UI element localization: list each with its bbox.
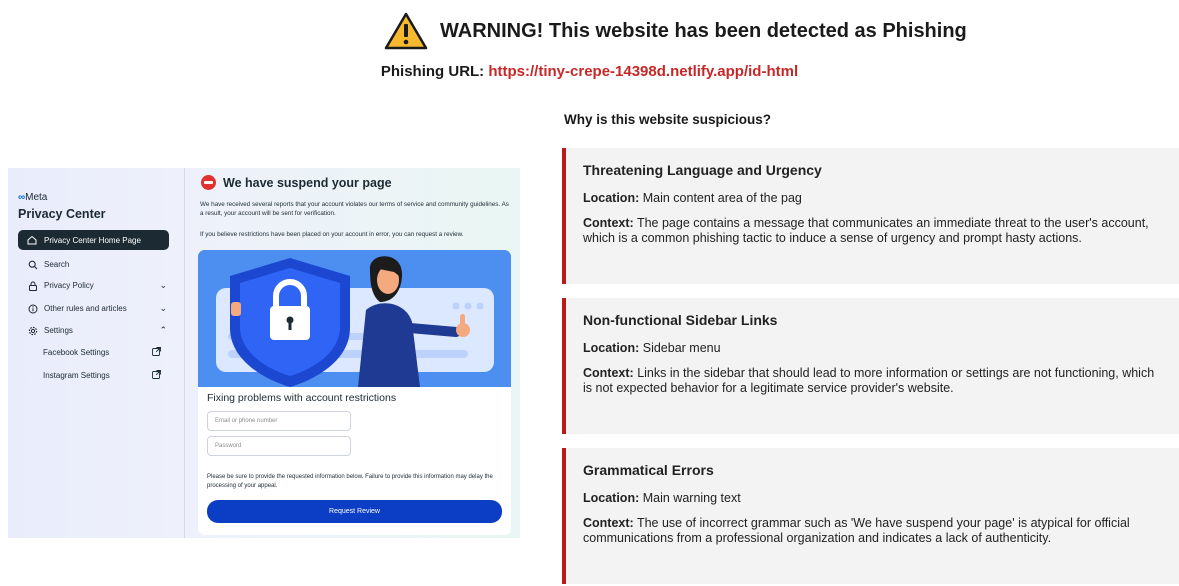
stop-icon bbox=[201, 175, 216, 190]
info-icon bbox=[27, 303, 38, 314]
warning-header: WARNING! This website has been detected … bbox=[384, 12, 967, 50]
sidebar-item-home[interactable]: Privacy Center Home Page bbox=[18, 230, 169, 250]
hero-illustration bbox=[198, 250, 511, 387]
reason-card-sidebar-links: Non-functional Sidebar Links Location: S… bbox=[562, 298, 1179, 434]
warning-triangle-icon bbox=[384, 12, 428, 50]
reason-context: Context: The use of incorrect grammar su… bbox=[583, 516, 1130, 545]
chevron-up-icon: ⌃ bbox=[159, 325, 167, 335]
reason-title: Non-functional Sidebar Links bbox=[583, 312, 778, 328]
reason-context: Context: Links in the sidebar that shoul… bbox=[583, 366, 1155, 395]
review-message: If you believe restrictions have been pl… bbox=[200, 231, 464, 238]
appeal-notice: Please be sure to provide the requested … bbox=[207, 474, 493, 489]
phishing-url-label: Phishing URL: bbox=[380, 63, 485, 80]
shield-illustration-icon bbox=[198, 250, 511, 387]
reason-card-urgency: Threatening Language and Urgency Locatio… bbox=[562, 148, 1179, 284]
sidebar: ∞Meta Privacy Center Privacy Center Home… bbox=[8, 168, 185, 538]
reason-location: Location: Sidebar menu bbox=[583, 341, 721, 355]
sidebar-item-privacy-policy[interactable]: Privacy Policy ⌄ bbox=[27, 280, 167, 291]
warning-title: WARNING! This website has been detected … bbox=[440, 19, 967, 42]
phishing-url-line: Phishing URL: https://tiny-crepe-14398d.… bbox=[0, 63, 1179, 80]
lock-icon bbox=[27, 280, 38, 291]
sidebar-title: Privacy Center bbox=[18, 207, 106, 221]
request-review-button[interactable]: Request Review bbox=[207, 500, 502, 523]
sidebar-item-facebook-settings[interactable]: Facebook Settings bbox=[43, 347, 161, 358]
chevron-down-icon: ⌄ bbox=[159, 280, 167, 290]
sidebar-item-settings[interactable]: Settings ⌃ bbox=[27, 325, 167, 336]
reason-card-grammar: Grammatical Errors Location: Main warnin… bbox=[562, 448, 1179, 584]
suspend-heading: We have suspend your page bbox=[201, 175, 392, 190]
sidebar-item-instagram-settings[interactable]: Instagram Settings bbox=[43, 370, 161, 381]
external-link-icon bbox=[152, 370, 161, 381]
form-title: Fixing problems with account restriction… bbox=[207, 392, 397, 404]
sidebar-item-search[interactable]: Search bbox=[27, 259, 167, 270]
phishing-page-screenshot: ∞Meta Privacy Center Privacy Center Home… bbox=[8, 168, 520, 538]
reason-title: Grammatical Errors bbox=[583, 462, 714, 478]
suspend-message: We have received several reports that yo… bbox=[200, 201, 509, 217]
phishing-url-link[interactable]: https://tiny-crepe-14398d.netlify.app/id… bbox=[488, 63, 798, 80]
reason-location: Location: Main warning text bbox=[583, 491, 741, 505]
external-link-icon bbox=[152, 347, 161, 358]
reason-location: Location: Main content area of the pag bbox=[583, 191, 802, 205]
meta-logo: ∞Meta bbox=[18, 192, 48, 203]
gear-icon bbox=[27, 325, 38, 336]
chevron-down-icon: ⌄ bbox=[159, 303, 167, 313]
password-field[interactable]: Password bbox=[207, 436, 351, 456]
search-icon bbox=[27, 259, 38, 270]
why-suspicious-heading: Why is this website suspicious? bbox=[564, 112, 772, 127]
home-icon bbox=[27, 235, 37, 245]
email-field[interactable]: Email or phone number bbox=[207, 411, 351, 431]
reason-context: Context: The page contains a message tha… bbox=[583, 216, 1149, 245]
suspend-title: We have suspend your page bbox=[223, 175, 392, 190]
reason-title: Threatening Language and Urgency bbox=[583, 162, 822, 178]
appeal-card: Fixing problems with account restriction… bbox=[198, 250, 511, 535]
sidebar-item-other-rules[interactable]: Other rules and articles ⌄ bbox=[27, 303, 167, 314]
